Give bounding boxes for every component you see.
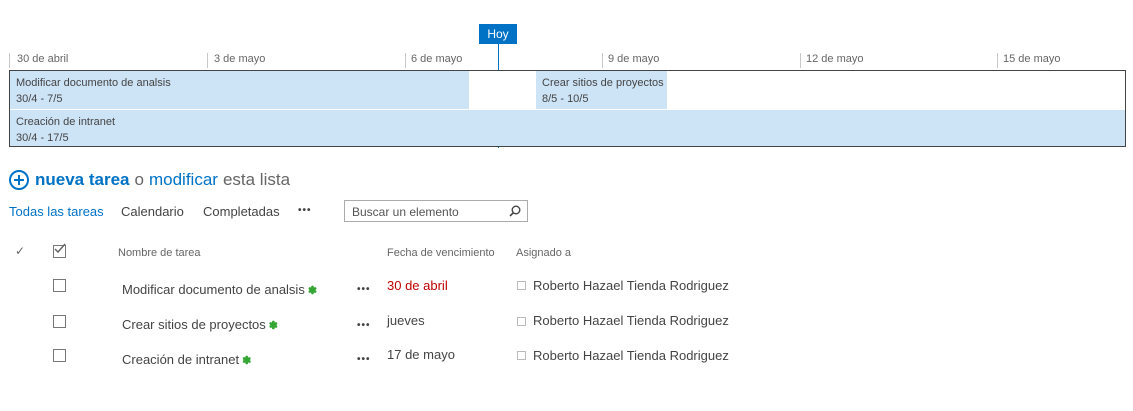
timeline-task-name: Modificar documento de analsis: [16, 77, 171, 89]
select-all-checkbox[interactable]: [53, 243, 66, 258]
more-views-button[interactable]: •••: [298, 206, 312, 216]
view-calendar[interactable]: Calendario: [121, 204, 184, 219]
column-header-assigned[interactable]: Asignado a: [516, 247, 571, 259]
timeline-task-range: 30/4 - 7/5: [16, 93, 63, 105]
search-box: [344, 200, 528, 222]
check-icon: [54, 243, 66, 254]
timeline-task-name: Crear sitios de proyectos: [542, 77, 664, 89]
due-date-cell: jueves: [387, 313, 425, 328]
task-name-cell[interactable]: Crear sitios de proyectos ✽: [122, 317, 278, 332]
date-label: 15 de mayo: [1003, 53, 1061, 65]
date-label: 6 de mayo: [411, 53, 463, 65]
today-marker: Hoy: [479, 24, 517, 44]
column-header-due-date[interactable]: Fecha de vencimiento: [387, 247, 495, 259]
date-label: 3 de mayo: [214, 53, 266, 65]
date-tick: [207, 53, 208, 68]
row-menu-button[interactable]: •••: [357, 355, 371, 365]
due-date-cell: 17 de mayo: [387, 347, 455, 362]
presence-icon: [517, 281, 526, 290]
timeline-canvas: Modificar documento de analsis 30/4 - 7/…: [9, 70, 1126, 147]
assigned-to-link[interactable]: Roberto Hazael Tienda Rodriguez: [533, 348, 729, 363]
due-date-cell: 30 de abril: [387, 278, 448, 293]
task-name-link[interactable]: Modificar documento de analsis: [122, 282, 305, 297]
new-item-icon: ✽: [307, 285, 318, 297]
new-task-bar: nueva tarea o modificar esta lista: [9, 167, 290, 193]
view-all-tasks[interactable]: Todas las tareas: [9, 204, 104, 219]
add-circle-icon[interactable]: [9, 170, 29, 190]
assigned-to-link[interactable]: Roberto Hazael Tienda Rodriguez: [533, 313, 729, 328]
search-input[interactable]: [350, 204, 504, 220]
new-item-icon: ✽: [242, 355, 252, 367]
column-header-name[interactable]: Nombre de tarea: [118, 247, 201, 259]
new-task-link[interactable]: nueva tarea: [35, 170, 130, 190]
timeline-task-bar[interactable]: Modificar documento de analsis 30/4 - 7/…: [10, 71, 469, 109]
task-name-cell[interactable]: Modificar documento de analsis ✽: [122, 282, 317, 297]
or-text: o: [134, 170, 144, 189]
task-name-link[interactable]: Creación de intranet: [122, 352, 239, 367]
edit-list-suffix: esta lista: [222, 170, 291, 189]
timeline-task-range: 8/5 - 10/5: [542, 93, 589, 105]
presence-icon: [517, 317, 526, 326]
row-checkbox[interactable]: [53, 279, 66, 292]
task-name-link[interactable]: Crear sitios de proyectos: [122, 317, 266, 332]
assigned-to-link[interactable]: Roberto Hazael Tienda Rodriguez: [533, 278, 729, 293]
row-menu-button[interactable]: •••: [357, 285, 371, 295]
row-menu-button[interactable]: •••: [357, 321, 371, 331]
date-tick: [800, 53, 801, 68]
date-tick: [405, 53, 406, 68]
row-checkbox[interactable]: [53, 349, 66, 362]
search-icon[interactable]: [509, 205, 521, 217]
date-label: 30 de abril: [17, 53, 69, 65]
timeline-task-range: 30/4 - 17/5: [16, 132, 69, 144]
timeline-task-name: Creación de intranet: [16, 116, 116, 128]
timeline-task-bar[interactable]: Crear sitios de proyectos 8/5 - 10/5: [536, 71, 667, 109]
completed-column-icon[interactable]: ✓: [15, 244, 25, 258]
edit-list-link[interactable]: modificar: [149, 170, 218, 190]
timeline-task-bar[interactable]: Creación de intranet 30/4 - 17/5: [10, 110, 1125, 146]
date-label: 12 de mayo: [806, 53, 864, 65]
date-tick: [602, 53, 603, 68]
date-label: 9 de mayo: [608, 53, 660, 65]
task-name-cell[interactable]: Creación de intranet ✽: [122, 352, 251, 367]
row-checkbox[interactable]: [53, 315, 66, 328]
date-tick: [997, 53, 998, 68]
presence-icon: [517, 351, 526, 360]
view-completed[interactable]: Completadas: [203, 204, 280, 219]
date-tick: [9, 53, 10, 68]
new-item-icon: ✽: [268, 320, 278, 332]
